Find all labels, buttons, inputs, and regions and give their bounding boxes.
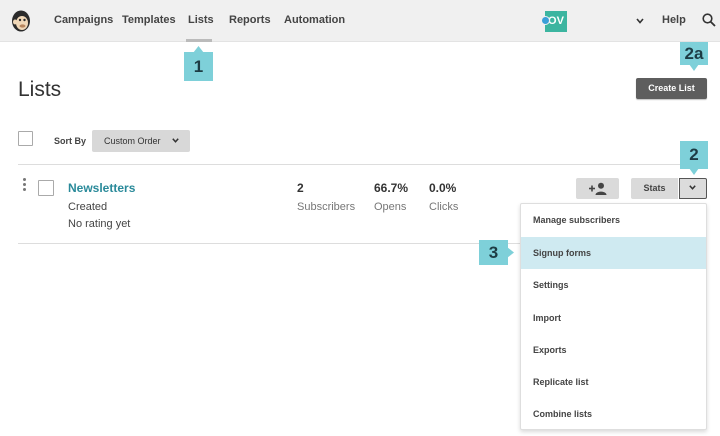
drag-handle[interactable] [23, 178, 26, 192]
divider [18, 243, 520, 244]
nav-help[interactable]: Help [662, 14, 686, 26]
chevron-down-icon [172, 138, 179, 143]
clicks-label: Clicks [429, 201, 459, 213]
callout-2: 2 [680, 141, 708, 175]
sort-order-value: Custom Order [104, 136, 161, 146]
callout-3: 3 [479, 240, 514, 265]
menu-item-replicate-list[interactable]: Replicate list [521, 366, 706, 398]
clicks-value: 0.0% [429, 181, 457, 195]
list-actions-menu: Manage subscribers Signup forms Settings… [520, 203, 707, 430]
list-created-label: Created [68, 201, 108, 213]
nav-reports[interactable]: Reports [229, 14, 271, 26]
menu-item-import[interactable]: Import [521, 302, 706, 334]
menu-item-combine-lists[interactable]: Combine lists [521, 398, 706, 430]
select-all-checkbox[interactable] [18, 131, 33, 146]
opens-label: Opens [374, 201, 407, 213]
subscribers-label: Subscribers [297, 201, 356, 213]
menu-item-signup-forms[interactable]: Signup forms [521, 237, 706, 269]
divider [18, 164, 708, 165]
subscribers-value: 2 [297, 181, 304, 195]
notification-dot [541, 16, 550, 25]
list-actions-dropdown-toggle[interactable] [679, 178, 707, 199]
add-user-icon [589, 182, 607, 195]
list-rating: No rating yet [68, 218, 131, 230]
opens-value: 66.7% [374, 181, 409, 195]
sort-by-label: Sort By [54, 136, 87, 146]
freddie-logo-icon[interactable] [10, 9, 32, 33]
search-icon[interactable] [702, 13, 716, 27]
menu-item-exports[interactable]: Exports [521, 334, 706, 366]
page-title: Lists [18, 78, 62, 101]
nav-campaigns[interactable]: Campaigns [54, 14, 113, 26]
list-name-link[interactable]: Newsletters [68, 181, 135, 195]
nav-active-indicator [186, 39, 212, 42]
account-chevron-down-icon[interactable] [636, 18, 644, 24]
stats-button[interactable]: Stats [631, 178, 678, 199]
nav-templates[interactable]: Templates [122, 14, 176, 26]
row-checkbox[interactable] [38, 180, 54, 196]
sort-order-select[interactable]: Custom Order [92, 130, 190, 152]
menu-item-settings[interactable]: Settings [521, 269, 706, 301]
top-nav: Campaigns Templates Lists Reports Automa… [0, 0, 720, 42]
callout-1: 1 [184, 46, 213, 81]
nav-automation[interactable]: Automation [284, 14, 345, 26]
nav-lists[interactable]: Lists [188, 14, 214, 26]
chevron-down-icon [689, 185, 696, 190]
add-subscriber-button[interactable] [576, 178, 619, 199]
menu-item-manage-subscribers[interactable]: Manage subscribers [521, 204, 706, 236]
callout-2a: 2a [680, 42, 708, 71]
create-list-button[interactable]: Create List [636, 78, 707, 99]
